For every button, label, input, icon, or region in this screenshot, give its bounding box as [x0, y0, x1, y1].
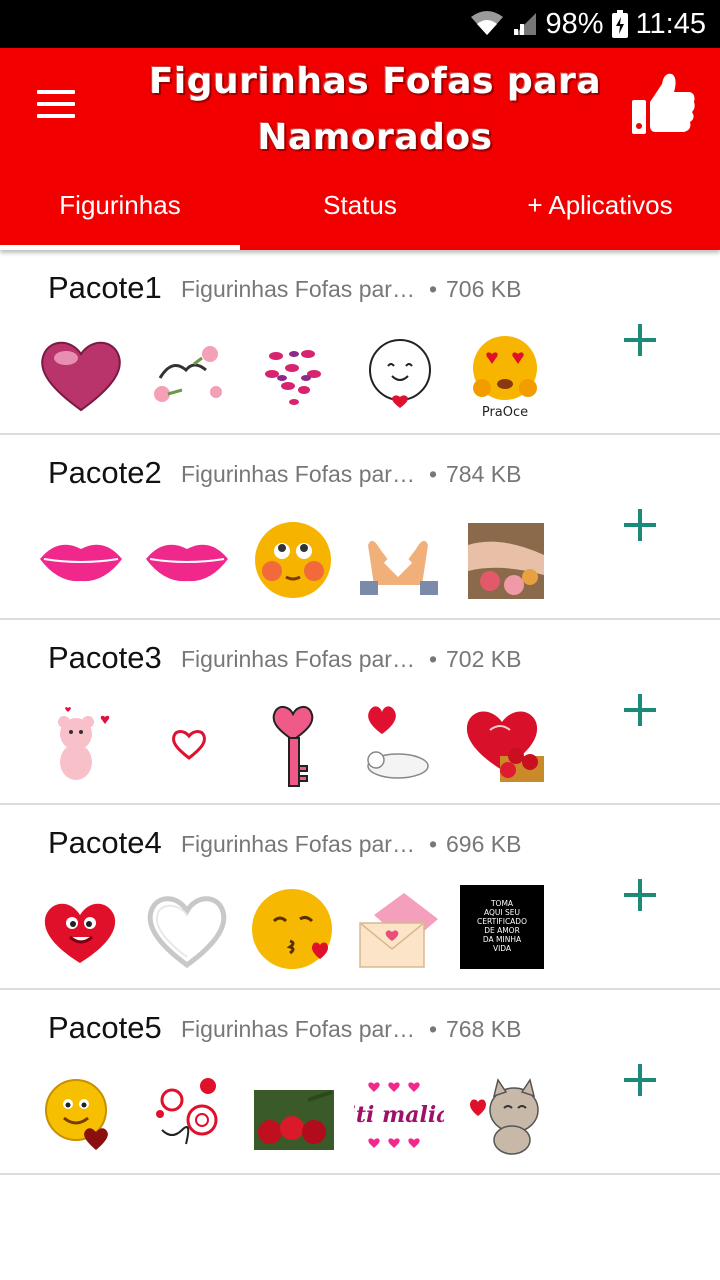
pack-size: 706 KB: [446, 276, 522, 302]
clock: 11:45: [635, 7, 706, 40]
certificate-line: DE AMOR: [484, 926, 520, 935]
pack-size: 702 KB: [446, 646, 522, 672]
sticker-preview-row: iti malia: [36, 1070, 566, 1160]
sticker-pack-row[interactable]: Pacote5 Figurinhas Fofas para Namorados …: [0, 990, 720, 1175]
separator-dot: •: [429, 276, 438, 302]
certificate-sticker: TOMA AQUI SEU CERTIFICADO DE AMOR DA MIN…: [460, 885, 550, 975]
glossy-heart-sticker: [36, 330, 126, 420]
add-pack-button[interactable]: [618, 1058, 662, 1102]
separator-dot: •: [429, 831, 438, 857]
heart-eyes-emoji-sticker: PraOce: [460, 330, 550, 420]
smiley-heart-sticker: [36, 1070, 126, 1160]
certificate-line: DA MINHA: [482, 935, 522, 944]
wifi-icon: [470, 11, 504, 37]
pack-publisher: Figurinhas Fofas para Namorados: [181, 1016, 417, 1042]
separator-dot: •: [429, 646, 438, 672]
pink-teddy-sticker: [36, 700, 126, 790]
add-pack-button[interactable]: [618, 688, 662, 732]
sticker-caption: PraOce: [481, 405, 529, 420]
certificate-line: AQUI SEU: [484, 908, 520, 917]
pack-size: 768 KB: [446, 1016, 522, 1042]
separator-dot: •: [429, 461, 438, 487]
pack-publisher: Figurinhas Fofas para Namorados: [181, 646, 417, 672]
iti-malia-sticker: iti malia: [354, 1070, 444, 1160]
pack-name: Pacote2: [48, 455, 162, 490]
sticker-pack-row[interactable]: Pacote2 Figurinhas Fofas para Namorados …: [0, 435, 720, 620]
cat-heart-sticker: [460, 1070, 550, 1160]
sticker-pack-row[interactable]: Pacote4 Figurinhas Fofas para Namorados …: [0, 805, 720, 990]
sticker-pack-row[interactable]: Pacote1 Figurinhas Fofas para Namorados …: [0, 250, 720, 435]
kissing-emoji-sticker: [248, 885, 338, 975]
sticker-preview-row: [36, 700, 566, 790]
app-bar: Figurinhas Fofas para Namorados: [0, 48, 720, 160]
eu-te-amo-heart-sticker: [460, 700, 550, 790]
red-heart-character-sticker: [36, 885, 126, 975]
certificate-line: TOMA: [490, 899, 514, 908]
sticker-pack-row[interactable]: Pacote3 Figurinhas Fofas para Namorados …: [0, 620, 720, 805]
add-pack-button[interactable]: [618, 873, 662, 917]
battery-icon: [611, 10, 628, 38]
iti-malia-text: iti malia: [354, 1102, 444, 1128]
pack-size: 696 KB: [446, 831, 522, 857]
signal-icon: [512, 11, 538, 37]
certificate-line: CERTIFICADO: [476, 917, 527, 926]
add-pack-button[interactable]: [618, 503, 662, 547]
sticker-pack-list: Pacote1 Figurinhas Fofas para Namorados …: [0, 250, 720, 1175]
nails-roses-sticker: [460, 515, 550, 605]
sticker-preview-row: PraOce: [36, 330, 566, 420]
pack-name: Pacote4: [48, 825, 162, 860]
tab-status[interactable]: Status: [240, 160, 480, 250]
blushing-emoji-sticker: [248, 515, 338, 605]
hamburger-menu-icon[interactable]: [34, 86, 78, 122]
pink-lips-sticker: [142, 515, 232, 605]
pack-name: Pacote5: [48, 1010, 162, 1045]
pack-name: Pacote3: [48, 640, 162, 675]
kisses-heart-sticker: [248, 330, 338, 420]
heart-key-sticker: [248, 700, 338, 790]
red-swirls-sticker: [142, 1070, 232, 1160]
tab-figurinhas[interactable]: Figurinhas: [0, 160, 240, 250]
pack-name: Pacote1: [48, 270, 162, 305]
status-bar: 98% 11:45: [0, 0, 720, 48]
thumbs-up-icon[interactable]: [626, 68, 698, 140]
battery-percent: 98%: [545, 7, 604, 40]
tab-aplicativos[interactable]: + Aplicativos: [480, 160, 720, 250]
app-title: Figurinhas Fofas para Namorados: [120, 54, 630, 166]
pink-lips-sticker: [36, 515, 126, 605]
tab-bar: Figurinhas Status + Aplicativos: [0, 160, 720, 250]
love-roses-sticker: [142, 330, 232, 420]
red-roses-sticker: [248, 1070, 338, 1160]
hands-heart-sticker: [354, 515, 444, 605]
certificate-line: VIDA: [492, 944, 512, 953]
pack-publisher: Figurinhas Fofas para Namorados: [181, 461, 417, 487]
pack-publisher: Figurinhas Fofas para Namorados: [181, 831, 417, 857]
silver-heart-sticker: [142, 885, 232, 975]
add-pack-button[interactable]: [618, 318, 662, 362]
pack-publisher: Figurinhas Fofas para Namorados: [181, 276, 417, 302]
certificate-text: TOMA AQUI SEU CERTIFICADO DE AMOR DA MIN…: [460, 885, 544, 969]
sticker-preview-row: [36, 515, 566, 605]
sticker-preview-row: TOMA AQUI SEU CERTIFICADO DE AMOR DA MIN…: [36, 885, 566, 975]
small-heart-sticker: [142, 700, 232, 790]
separator-dot: •: [429, 1016, 438, 1042]
happy-face-heart-sticker: [354, 330, 444, 420]
app-title-line2: Namorados: [257, 117, 493, 158]
app-title-line1: Figurinhas Fofas para: [148, 61, 602, 102]
pack-size: 784 KB: [446, 461, 522, 487]
love-envelope-sticker: [354, 885, 444, 975]
heart-cat-sticker: [354, 700, 444, 790]
